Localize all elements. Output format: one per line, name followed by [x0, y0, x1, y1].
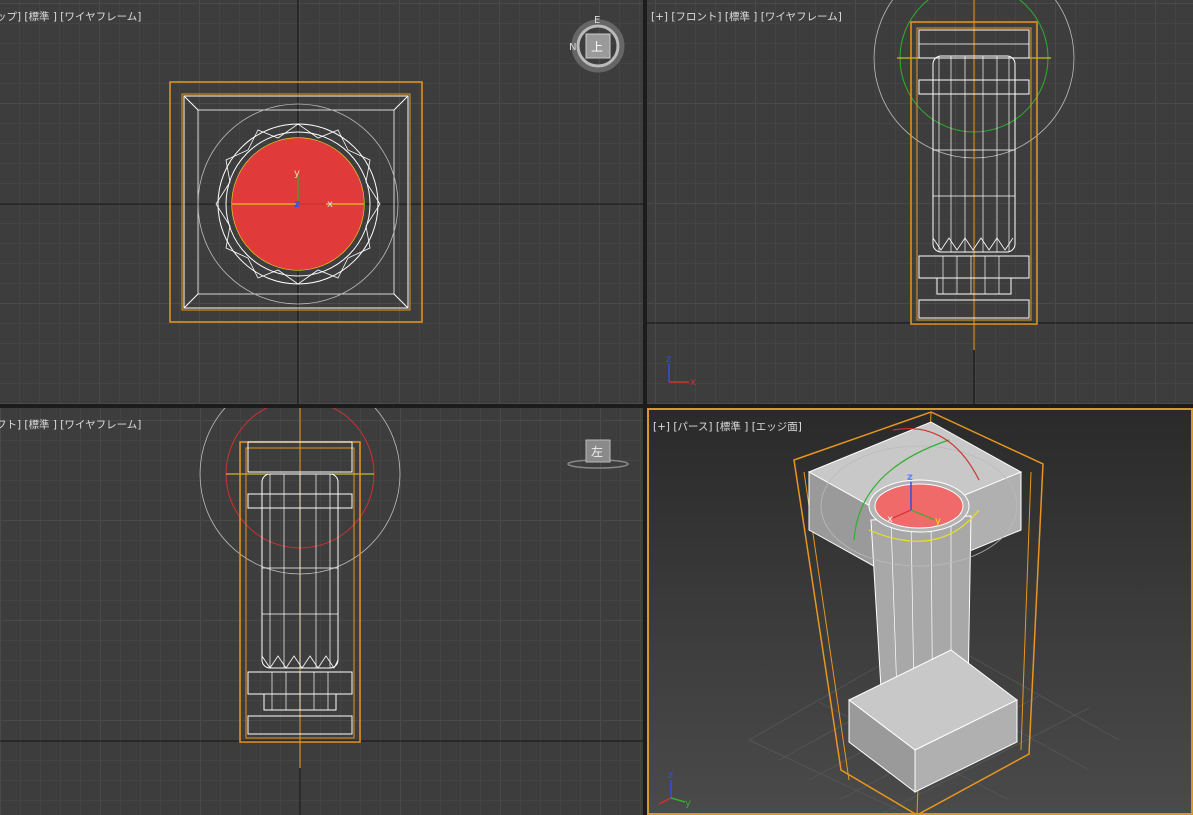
world-axis-x-front: x — [690, 377, 696, 388]
viewport-left[interactable]: フト] [標準 ] [ワイヤフレーム] 左 — [0, 408, 643, 815]
gizmo-z-letter: z — [294, 199, 300, 210]
gizmo-x-persp: x — [887, 514, 893, 525]
viewport-front[interactable]: [+] [フロント] [標準 ] [ワイヤフレーム] z x — [647, 0, 1193, 404]
gizmo-y-persp: y — [935, 516, 941, 527]
viewport-perspective[interactable]: [+] [パース] [標準 ] [エッジ面] z x y z y — [647, 408, 1193, 815]
gizmo-y-letter: y — [294, 168, 300, 179]
top-view-scene: y z x — [0, 0, 643, 404]
left-view-scene — [0, 408, 643, 815]
world-axis-y-persp: y — [685, 798, 691, 809]
front-view-scene: z x — [647, 0, 1193, 404]
world-axis-z-front: z — [666, 354, 671, 365]
viewport-top[interactable]: ップ] [標準 ] [ワイヤフレーム] y z x 上 E N — [0, 0, 643, 404]
thread-wire-front — [932, 237, 1014, 251]
perspective-scene: z x y z y — [658, 411, 1120, 813]
world-axis-z-persp: z — [668, 770, 673, 781]
gizmo-x-letter: x — [327, 199, 333, 210]
gizmo-z-persp: z — [907, 472, 913, 483]
